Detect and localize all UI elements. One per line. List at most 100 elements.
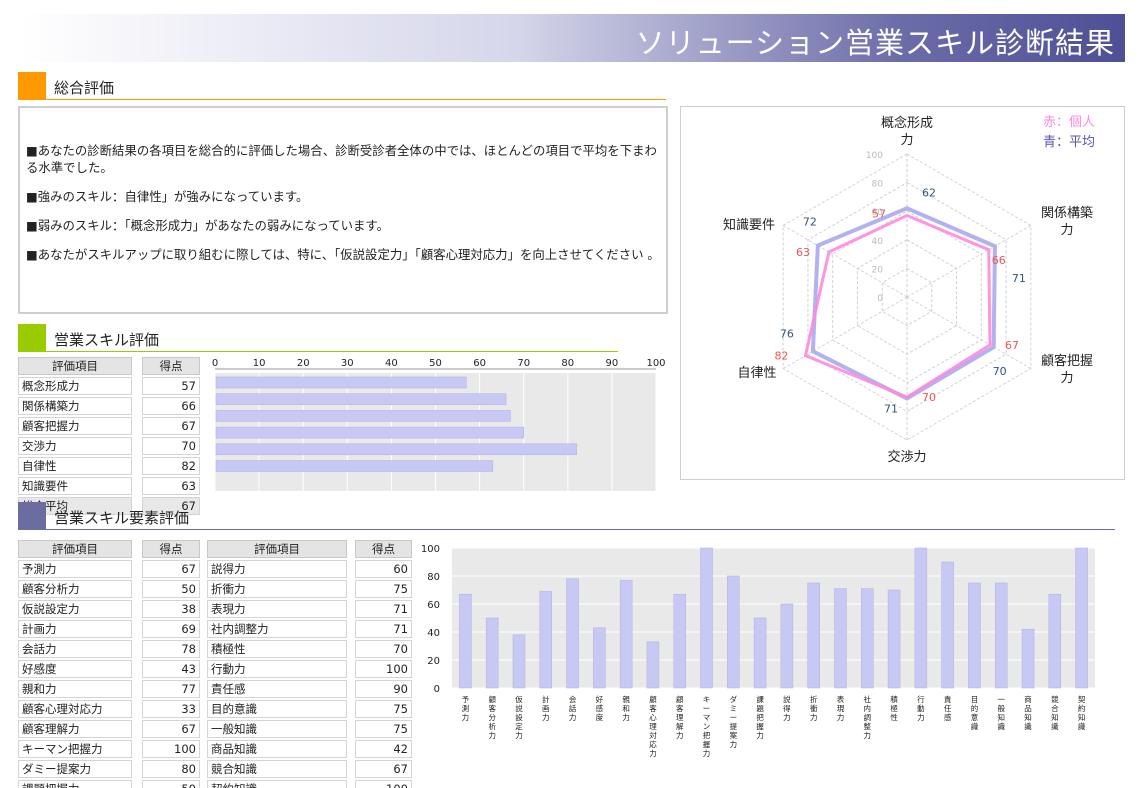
row-score: 57 [142, 377, 200, 395]
section-marker-purple [18, 502, 46, 530]
row-label: 契約知識 [207, 780, 347, 788]
radar-axis-label: 自律性 [737, 366, 776, 381]
table-row: 好感度 43 [18, 660, 200, 678]
table-row: 交渉力 70 [18, 437, 200, 455]
bar-折衝力 [807, 582, 820, 689]
x-category-label: 表現力 [837, 694, 845, 722]
section-divider [46, 529, 1115, 530]
bar-競合知識 [1048, 593, 1062, 689]
bar-顧客把握力 [215, 410, 511, 422]
table-row: 知識要件 63 [18, 477, 200, 495]
element-score-table-right: 評価項目 得点 説得力 60 折衝力 75 表現力 71 社内調整力 71 積極性 70 行動力 10… [207, 538, 412, 788]
spacer [347, 720, 355, 738]
table-row: 概念形成力 57 [18, 377, 200, 395]
x-category-label: 仮説設定力 [515, 694, 523, 740]
radar-value-label: 66 [992, 254, 1006, 267]
summary-text-1: ■あなたの診断結果の各項目を総合的に評価した場合、診断受診者全体の中では、ほとん… [26, 143, 657, 175]
row-score: 75 [355, 720, 412, 738]
spacer [132, 600, 142, 618]
row-score: 77 [142, 680, 200, 698]
y-tick-label: 80 [427, 572, 440, 583]
radar-value-label: 63 [796, 246, 810, 259]
x-category-label: 説得力 [783, 694, 791, 722]
spacer [132, 620, 142, 638]
radar-tick-label: 40 [872, 237, 884, 247]
row-score: 100 [355, 780, 412, 788]
x-tick-label: 70 [517, 358, 530, 369]
page-title: ソリューション営業スキル診断結果 [635, 26, 1115, 60]
section-skill-title: 営業スキル評価 [54, 331, 160, 349]
row-score: 78 [142, 640, 200, 658]
radar-tick-label: 100 [866, 151, 883, 161]
row-label: 関係構築力 [18, 397, 132, 415]
bar-商品知識 [1021, 628, 1035, 689]
element-bar-chart: 0 20 40 60 80 100 予測力 顧客分析力 仮説設定力 計画力 会話力 好感度 親和力 顧客心… [421, 544, 1095, 758]
row-label: 概念形成力 [18, 377, 132, 395]
row-score: 66 [142, 397, 200, 415]
section-overall-title: 総合評価 [54, 79, 115, 97]
radar-tick-label: 20 [872, 265, 884, 275]
element-score-table-left: 評価項目 得点 予測力 67 顧客分析力 50 仮説設定力 38 計画力 69 会話力 78 好感度… [18, 538, 200, 788]
row-label: 顧客心理対応力 [18, 700, 132, 718]
section-divider [46, 99, 666, 100]
bar-表現力 [834, 588, 847, 689]
x-category-label: 課題把握力 [756, 694, 764, 740]
row-score: 50 [142, 780, 200, 788]
x-category-label: 親和力 [622, 694, 630, 722]
row-score: 43 [142, 660, 200, 678]
section-element-header: 営業スキル要素評価 [18, 502, 1115, 530]
table-row: 計画力 69 [18, 620, 200, 638]
row-score: 67 [142, 417, 200, 435]
table-row: 表現力 71 [207, 600, 412, 618]
radar-value-label: 82 [774, 350, 788, 363]
bar-概念形成力 [215, 376, 467, 389]
spacer [132, 760, 142, 778]
radar-value-label: 71 [884, 403, 898, 416]
table-row: 積極性 70 [207, 640, 412, 658]
row-score: 100 [142, 740, 200, 758]
radar-value-label: 62 [922, 186, 936, 199]
row-score: 70 [142, 437, 200, 455]
radar-tick-label: 0 [877, 294, 883, 304]
radar-axis-label: 力 [1060, 223, 1073, 238]
bar-好感度 [593, 627, 606, 689]
skill-bar-chart: 0 10 20 30 40 50 60 70 80 90 100 [212, 358, 666, 491]
table-row: 責任感 90 [207, 680, 412, 698]
spacer [132, 740, 142, 758]
spacer [132, 680, 142, 698]
table-row: 説得力 60 [207, 560, 412, 578]
table-row: 予測力 67 [18, 560, 200, 578]
spacer [347, 620, 355, 638]
x-category-label: 顧客分析力 [488, 694, 496, 740]
table-row: 目的意識 75 [207, 700, 412, 718]
column-header-item: 評価項目 [18, 540, 132, 558]
spacer [132, 477, 142, 495]
y-tick-label: 20 [427, 656, 440, 667]
spacer [347, 560, 355, 578]
spacer [347, 580, 355, 598]
row-label: 好感度 [18, 660, 132, 678]
row-label: 会話力 [18, 640, 132, 658]
spacer [347, 680, 355, 698]
x-category-label: 一般知識 [997, 695, 1005, 731]
table-row: 課題把握力 50 [18, 780, 200, 788]
table-row: ダミー提案力 80 [18, 760, 200, 778]
row-label: 計画力 [18, 620, 132, 638]
radar-value-label: 76 [780, 327, 794, 340]
x-category-label: 折衝力 [810, 694, 818, 722]
spacer [347, 700, 355, 718]
row-label: 責任感 [207, 680, 347, 698]
spacer [132, 720, 142, 738]
x-category-label: 会話力 [569, 694, 577, 722]
row-score: 71 [355, 600, 412, 618]
summary-text-3: ■弱みのスキル：「概念形成力」があなたの弱みになっています。 [26, 218, 389, 233]
table-row: 顧客理解力 67 [18, 720, 200, 738]
section-overall-header: 総合評価 [18, 72, 666, 100]
row-label: 商品知識 [207, 740, 347, 758]
radar-tick-label: 80 [872, 180, 884, 190]
row-score: 60 [355, 560, 412, 578]
table-row: 顧客心理対応力 33 [18, 700, 200, 718]
y-tick-label: 0 [434, 684, 440, 695]
row-score: 50 [142, 580, 200, 598]
x-tick-label: 0 [212, 358, 218, 369]
